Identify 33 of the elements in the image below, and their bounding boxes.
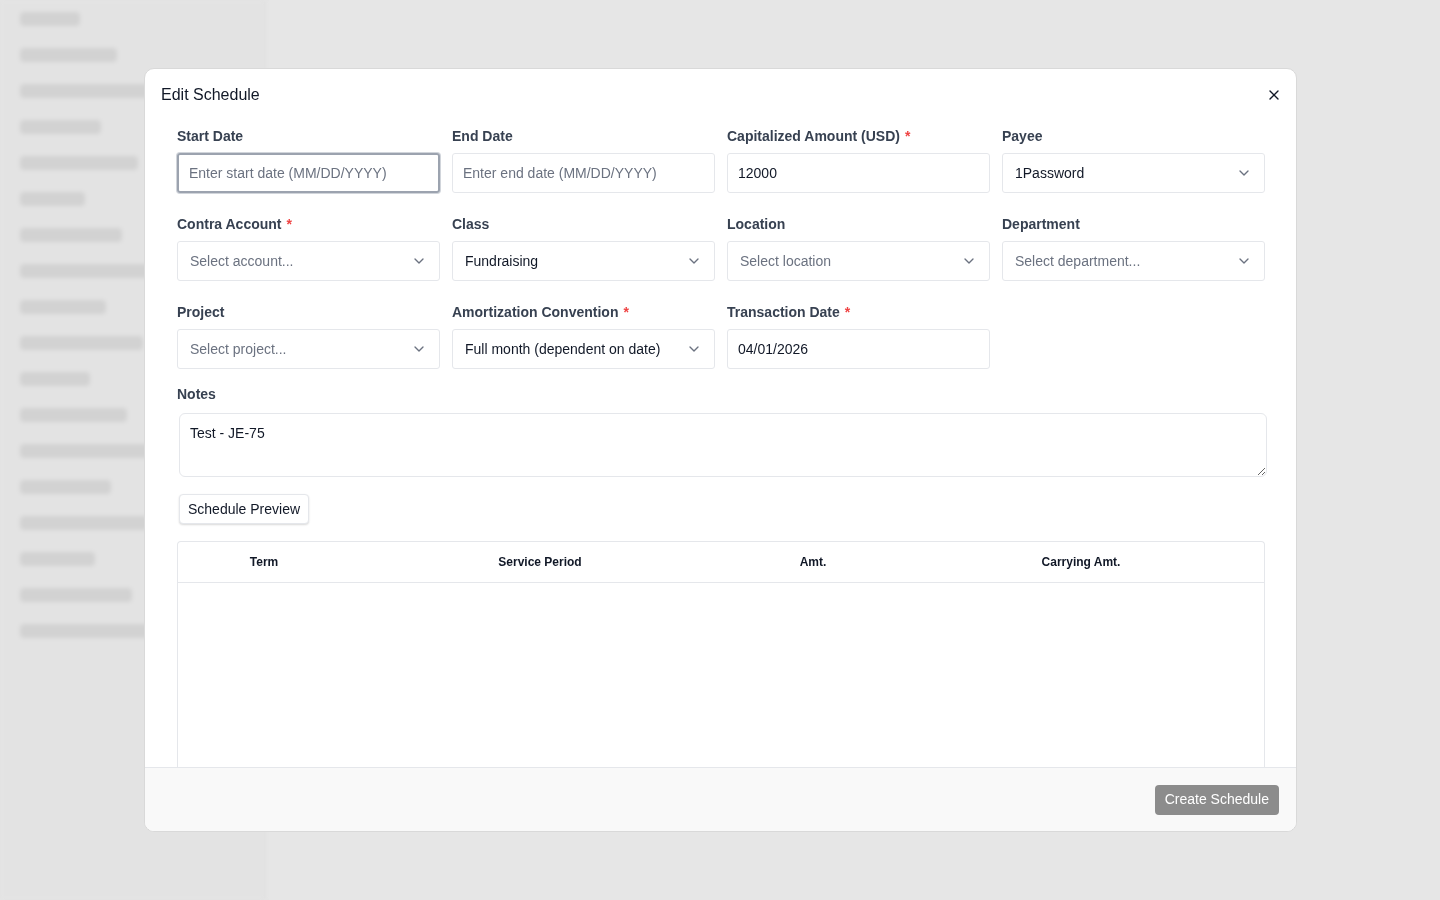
field-label: End Date — [452, 127, 513, 146]
column-header: Term — [248, 554, 280, 571]
select-field[interactable]: 1Password — [1002, 153, 1265, 193]
field-label: Capitalized Amount (USD) — [727, 127, 900, 146]
field-label: Transaction Date — [727, 303, 840, 322]
field-label: Amortization Convention — [452, 303, 619, 322]
input-field[interactable]: 12000 — [727, 153, 990, 193]
column-header: Amt. — [798, 554, 828, 571]
notes-field[interactable]: Test - JE-75 — [179, 413, 1267, 477]
required-asterisk: * — [623, 303, 629, 322]
input-field[interactable]: Enter start date (MM/DD/YYYY) — [177, 153, 440, 193]
select-field[interactable]: Select account... — [177, 241, 440, 281]
field-label: Class — [452, 215, 490, 234]
select-field[interactable]: Select department... — [1002, 241, 1265, 281]
dialog-title: Edit Schedule — [161, 85, 260, 105]
field-label: Project — [177, 303, 225, 322]
column-header: Carrying Amt. — [1040, 554, 1122, 571]
field-label: Notes — [177, 385, 217, 404]
select-field[interactable]: Select project... — [177, 329, 440, 369]
column-header: Service Period — [497, 554, 583, 571]
field-label: Payee — [1002, 127, 1043, 146]
select-field[interactable]: Select location — [727, 241, 990, 281]
select-field[interactable]: Fundraising — [452, 241, 715, 281]
required-asterisk: * — [844, 303, 851, 322]
field-label: Start Date — [177, 127, 244, 146]
field-label: Department — [1002, 215, 1080, 234]
field-label: Contra Account — [177, 215, 282, 234]
input-field[interactable]: 04/01/2026 — [727, 329, 990, 369]
required-asterisk: * — [286, 215, 292, 234]
required-asterisk: * — [904, 127, 911, 146]
schedule-preview-button[interactable]: Schedule Preview — [179, 494, 310, 524]
field-label: Location — [727, 215, 786, 234]
select-field[interactable]: Full month (dependent on date) — [452, 329, 715, 369]
